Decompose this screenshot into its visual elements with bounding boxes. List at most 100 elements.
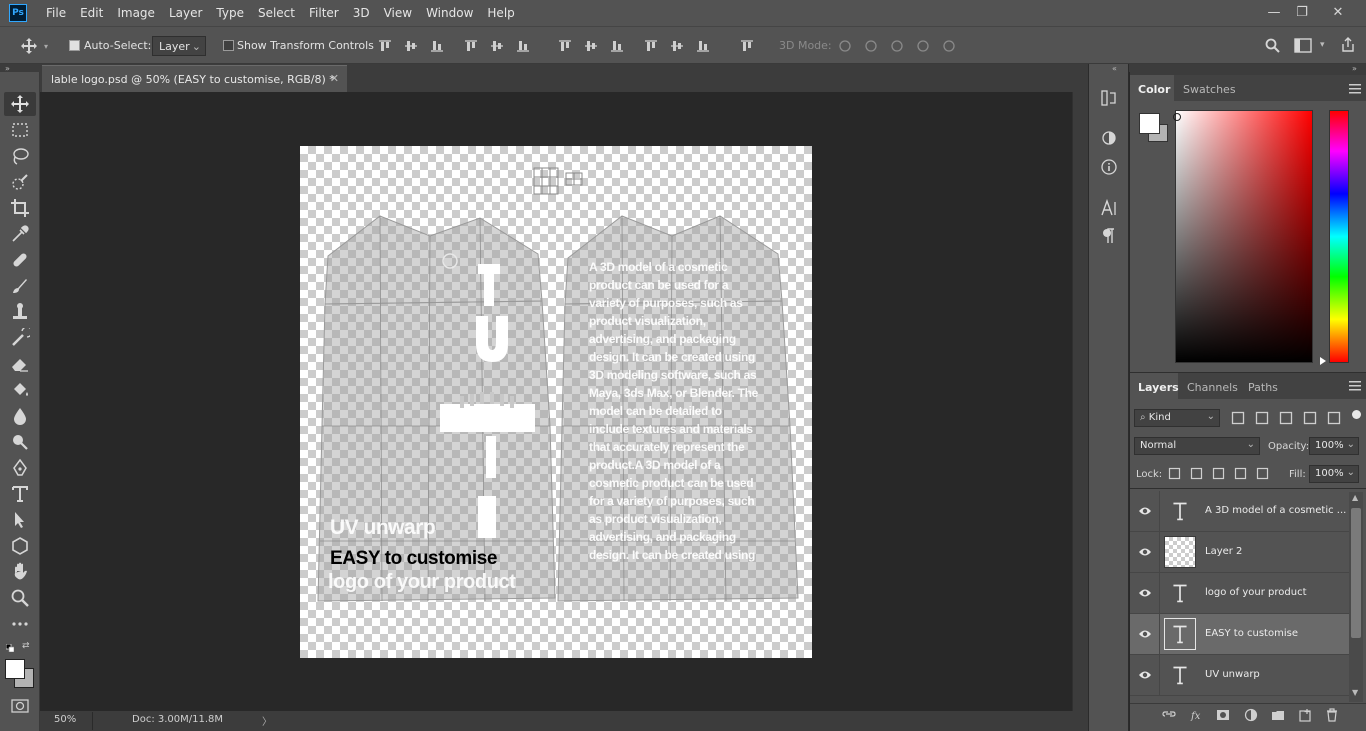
collapse-right-icon[interactable]: » [1352, 64, 1357, 73]
zoom-level[interactable]: 50% [54, 714, 76, 725]
menu-file[interactable]: File [46, 6, 66, 20]
visibility-eye-icon[interactable] [1138, 546, 1152, 558]
adjustments-panel-icon[interactable] [1100, 129, 1118, 147]
smart-object-filter-icon[interactable] [1327, 411, 1341, 425]
visibility-eye-icon[interactable] [1138, 587, 1152, 599]
workspace-chevron-icon[interactable]: ▾ [1320, 40, 1328, 50]
layer-row[interactable]: UV unwarp [1130, 655, 1349, 696]
layer-row[interactable]: Layer 2 [1130, 532, 1349, 573]
menu-window[interactable]: Window [426, 6, 473, 20]
paragraph-panel-icon[interactable] [1100, 227, 1118, 245]
hue-slider[interactable] [1329, 110, 1349, 363]
search-icon[interactable] [1265, 38, 1281, 54]
menu-3d[interactable]: 3D [353, 6, 370, 20]
align-icon[interactable] [378, 39, 392, 53]
layers-panel-menu-icon[interactable] [1349, 381, 1361, 391]
lock-transparent-icon[interactable] [1168, 467, 1181, 480]
lock-artboard-icon[interactable] [1234, 467, 1247, 480]
layers-scroll-thumb[interactable] [1351, 508, 1361, 638]
tool-preset-chevron-icon[interactable]: ▾ [44, 42, 52, 51]
layer-kind-filter[interactable]: ⌕ Kind ⌄ [1134, 409, 1220, 427]
align-icon[interactable] [516, 39, 530, 53]
filter-toggle-icon[interactable] [1352, 410, 1361, 419]
type-filter-icon[interactable] [1279, 411, 1293, 425]
tab-swatches[interactable]: Swatches [1175, 75, 1239, 101]
layer-row[interactable]: A 3D model of a cosmetic ... [1130, 491, 1349, 532]
eyedropper-icon[interactable] [10, 224, 30, 244]
adjustment-icon[interactable] [1244, 708, 1258, 722]
panel-foreground-swatch[interactable] [1139, 113, 1160, 134]
pen-icon[interactable] [10, 458, 30, 478]
quick-mask-icon[interactable] [11, 699, 29, 713]
align-icon[interactable] [610, 39, 624, 53]
close-window-button[interactable]: ✕ [1320, 0, 1356, 24]
menu-view[interactable]: View [384, 6, 412, 20]
vertical-scrollbar[interactable] [1072, 92, 1088, 711]
tab-channels[interactable]: Channels [1179, 373, 1238, 399]
default-colors-icon[interactable] [5, 642, 15, 653]
share-icon[interactable] [1340, 37, 1356, 53]
swap-colors-icon[interactable]: ⇄ [22, 641, 32, 651]
shape-filter-icon[interactable] [1303, 411, 1317, 425]
marquee-icon[interactable] [10, 120, 30, 140]
show-transform-checkbox[interactable] [223, 40, 234, 51]
align-icon[interactable] [404, 39, 418, 53]
hue-slider-marker-icon[interactable] [1320, 357, 1326, 365]
status-more-icon[interactable]: 〉 [262, 713, 272, 728]
info-panel-icon[interactable] [1100, 158, 1118, 176]
group-icon[interactable] [1271, 708, 1285, 722]
align-icon[interactable] [558, 39, 572, 53]
visibility-eye-icon[interactable] [1138, 628, 1152, 640]
auto-select-checkbox[interactable] [69, 40, 80, 51]
zoom-icon[interactable] [10, 588, 30, 608]
align-icon[interactable] [430, 39, 444, 53]
tab-paths[interactable]: Paths [1240, 373, 1284, 399]
fill-input[interactable]: 100% ⌄ [1309, 465, 1359, 483]
canvas-text-paragraph[interactable]: A 3D model of a cosmetic product can be … [589, 258, 761, 564]
adjustment-filter-icon[interactable] [1255, 411, 1269, 425]
align-icon[interactable] [670, 39, 684, 53]
align-icon[interactable] [644, 39, 658, 53]
collapse-dock-icon[interactable]: « [1112, 64, 1117, 73]
restore-button[interactable]: ❐ [1284, 0, 1320, 24]
3d-tool-icon[interactable] [916, 39, 930, 53]
more-icon[interactable] [10, 614, 30, 634]
menu-help[interactable]: Help [487, 6, 514, 20]
visibility-eye-icon[interactable] [1138, 669, 1152, 681]
menu-image[interactable]: Image [117, 6, 155, 20]
align-icon[interactable] [696, 39, 710, 53]
menu-edit[interactable]: Edit [80, 6, 103, 20]
align-icon[interactable] [490, 39, 504, 53]
auto-select-dropdown[interactable]: Layer ⌄ [152, 36, 206, 56]
dodge-icon[interactable] [10, 432, 30, 452]
new-layer-icon[interactable] [1298, 708, 1312, 722]
3d-tool-icon[interactable] [890, 39, 904, 53]
visibility-eye-icon[interactable] [1138, 505, 1152, 517]
move-icon[interactable] [10, 94, 30, 114]
mask-icon[interactable] [1216, 708, 1230, 722]
document-tab[interactable]: lable logo.psd @ 50% (EASY to customise,… [42, 65, 347, 92]
canvas-text-easy[interactable]: EASY to customise [330, 548, 497, 570]
fx-icon[interactable]: fx [1190, 708, 1204, 722]
quick-select-icon[interactable] [10, 172, 30, 192]
move-tool-icon[interactable] [20, 38, 38, 54]
opacity-input[interactable]: 100% ⌄ [1309, 437, 1359, 455]
document-canvas[interactable]: A 3D model of a cosmetic product can be … [300, 146, 812, 658]
lasso-icon[interactable] [10, 146, 30, 166]
layer-row[interactable]: EASY to customise [1130, 614, 1349, 655]
canvas-text-uv-unwarp[interactable]: UV unwarp [330, 516, 436, 540]
path-select-icon[interactable] [10, 510, 30, 530]
3d-tool-icon[interactable] [942, 39, 956, 53]
3d-tool-icon[interactable] [838, 39, 852, 53]
brush-icon[interactable] [10, 276, 30, 296]
shape-icon[interactable] [10, 536, 30, 556]
paint-bucket-icon[interactable] [10, 380, 30, 400]
character-panel-icon[interactable] [1100, 198, 1118, 217]
type-icon[interactable] [10, 484, 30, 504]
tab-layers[interactable]: Layers [1130, 373, 1179, 399]
trash-icon[interactable] [1325, 708, 1339, 722]
foreground-color-swatch[interactable] [5, 659, 25, 679]
menu-layer[interactable]: Layer [169, 6, 202, 20]
menu-filter[interactable]: Filter [309, 6, 339, 20]
eraser-icon[interactable] [10, 354, 30, 374]
